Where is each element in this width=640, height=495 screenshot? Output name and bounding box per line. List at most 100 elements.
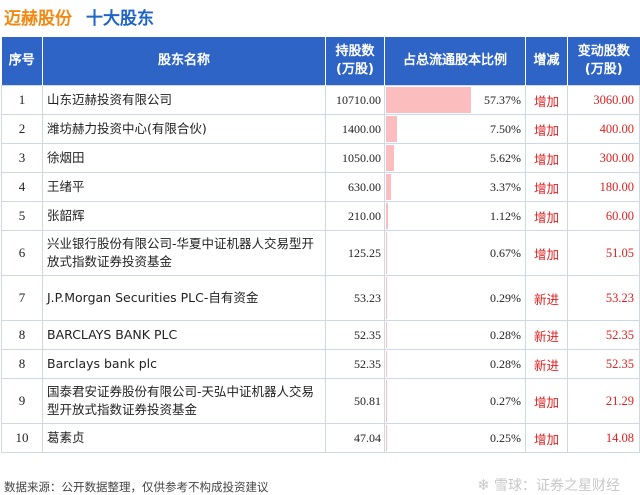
page-header: 迈赫股份 十大股东 (0, 0, 640, 32)
row-index: 9 (1, 378, 43, 424)
col-header-change: 增减 (525, 37, 568, 86)
ratio-value: 7.50% (490, 121, 521, 136)
ratio-cell: 57.37% (384, 85, 526, 115)
col-header-index: 序号 (1, 37, 43, 86)
ratio-cell: 0.25% (384, 423, 526, 453)
row-index: 4 (1, 172, 43, 202)
change-type: 增加 (525, 85, 568, 115)
change-type: 增加 (525, 423, 568, 453)
table-row: 8 Barclays bank plc 52.35 0.28% 新进 52.35 (1, 349, 640, 379)
row-index: 3 (1, 143, 43, 173)
table-row: 8 BARCLAYS BANK PLC 52.35 0.28% 新进 52.35 (1, 320, 640, 350)
row-index: 2 (1, 114, 43, 144)
col-header-delta: 变动股数 (万股) (567, 37, 640, 86)
row-index: 5 (1, 201, 43, 231)
changed-shares: 3060.00 (567, 85, 640, 115)
shares-held: 52.35 (325, 349, 385, 379)
change-type: 增加 (525, 114, 568, 144)
shares-held: 53.23 (325, 275, 385, 321)
ratio-cell: 5.62% (384, 143, 526, 173)
ratio-value: 1.12% (490, 208, 521, 223)
shares-held: 125.25 (325, 230, 385, 276)
change-type: 增加 (525, 230, 568, 276)
ratio-cell: 0.28% (384, 320, 526, 350)
ratio-cell: 1.12% (384, 201, 526, 231)
ratio-value: 0.28% (490, 327, 521, 342)
ratio-value: 0.28% (490, 356, 521, 371)
shareholder-name: 张韶辉 (42, 201, 326, 231)
table-row: 5 张韶辉 210.00 1.12% 增加 60.00 (1, 201, 640, 231)
ratio-value: 0.67% (490, 245, 521, 260)
shareholder-name: 潍坊赫力投资中心(有限合伙) (42, 114, 326, 144)
changed-shares: 300.00 (567, 143, 640, 173)
shareholder-name: 徐烟田 (42, 143, 326, 173)
changed-shares: 180.00 (567, 172, 640, 202)
table-row: 4 王绪平 630.00 3.37% 增加 180.00 (1, 172, 640, 202)
table-row: 1 山东迈赫投资有限公司 10710.00 57.37% 增加 3060.00 (1, 85, 640, 115)
shares-held: 1400.00 (325, 114, 385, 144)
changed-shares: 60.00 (567, 201, 640, 231)
change-type: 新进 (525, 349, 568, 379)
watermark: ❄ 雪球：证券之星财经 (477, 476, 620, 494)
ratio-cell: 0.27% (384, 378, 526, 424)
change-type: 新进 (525, 275, 568, 321)
col-header-shares: 持股数 (万股) (325, 37, 385, 86)
shareholder-name: 兴业银行股份有限公司-华夏中证机器人交易型开放式指数证券投资基金 (42, 230, 326, 276)
row-index: 1 (1, 85, 43, 115)
shareholder-name: Barclays bank plc (42, 349, 326, 379)
table-row: 3 徐烟田 1050.00 5.62% 增加 300.00 (1, 143, 640, 173)
change-type: 增加 (525, 378, 568, 424)
shares-held: 10710.00 (325, 85, 385, 115)
data-source-note: 数据来源：公开数据整理，仅供参考不构成投资建议 (4, 480, 269, 494)
ratio-cell: 0.29% (384, 275, 526, 321)
col-header-ratio: 占总流通股本比例 (384, 37, 526, 86)
shareholder-name: 国泰君安证券股份有限公司-天弘中证机器人交易型开放式指数证券投资基金 (42, 378, 326, 424)
top-shareholders-table: 序号 股东名称 持股数 (万股) 占总流通股本比例 增减 变动股数 (万股) 1 山东… (1, 37, 640, 453)
shares-held: 50.81 (325, 378, 385, 424)
changed-shares: 52.35 (567, 349, 640, 379)
changed-shares: 14.08 (567, 423, 640, 453)
shareholder-name: J.P.Morgan Securities PLC-自有资金 (42, 275, 326, 321)
company-name: 迈赫股份 (4, 8, 72, 29)
changed-shares: 400.00 (567, 114, 640, 144)
snowball-icon: ❄ (477, 476, 490, 494)
row-index: 7 (1, 275, 43, 321)
section-title: 十大股东 (86, 8, 154, 29)
changed-shares: 53.23 (567, 275, 640, 321)
ratio-cell: 3.37% (384, 172, 526, 202)
ratio-value: 57.37% (484, 92, 521, 107)
table-row: 7 J.P.Morgan Securities PLC-自有资金 53.23 0.29… (1, 275, 640, 321)
ratio-value: 3.37% (490, 179, 521, 194)
shares-held: 52.35 (325, 320, 385, 350)
ratio-value: 0.25% (490, 430, 521, 445)
change-type: 新进 (525, 320, 568, 350)
shares-held: 47.04 (325, 423, 385, 453)
ratio-cell: 7.50% (384, 114, 526, 144)
ratio-cell: 0.28% (384, 349, 526, 379)
table-row: 2 潍坊赫力投资中心(有限合伙) 1400.00 7.50% 增加 400.00 (1, 114, 640, 144)
ratio-value: 0.29% (490, 290, 521, 305)
changed-shares: 21.29 (567, 378, 640, 424)
shareholder-name: 王绪平 (42, 172, 326, 202)
row-index: 6 (1, 230, 43, 276)
table-row: 10 葛素贞 47.04 0.25% 增加 14.08 (1, 423, 640, 453)
table-row: 9 国泰君安证券股份有限公司-天弘中证机器人交易型开放式指数证券投资基金 50.81… (1, 378, 640, 424)
row-index: 8 (1, 349, 43, 379)
shares-held: 210.00 (325, 201, 385, 231)
ratio-cell: 0.67% (384, 230, 526, 276)
change-type: 增加 (525, 172, 568, 202)
table-row: 6 兴业银行股份有限公司-华夏中证机器人交易型开放式指数证券投资基金 125.25 0… (1, 230, 640, 276)
row-index: 10 (1, 423, 43, 453)
shareholder-name: BARCLAYS BANK PLC (42, 320, 326, 350)
changed-shares: 52.35 (567, 320, 640, 350)
change-type: 增加 (525, 201, 568, 231)
change-type: 增加 (525, 143, 568, 173)
shareholder-name: 山东迈赫投资有限公司 (42, 85, 326, 115)
ratio-value: 0.27% (490, 393, 521, 408)
shareholder-name: 葛素贞 (42, 423, 326, 453)
shares-held: 1050.00 (325, 143, 385, 173)
col-header-name: 股东名称 (42, 37, 326, 86)
row-index: 8 (1, 320, 43, 350)
table-header-row: 序号 股东名称 持股数 (万股) 占总流通股本比例 增减 变动股数 (万股) (1, 37, 640, 86)
ratio-value: 5.62% (490, 150, 521, 165)
